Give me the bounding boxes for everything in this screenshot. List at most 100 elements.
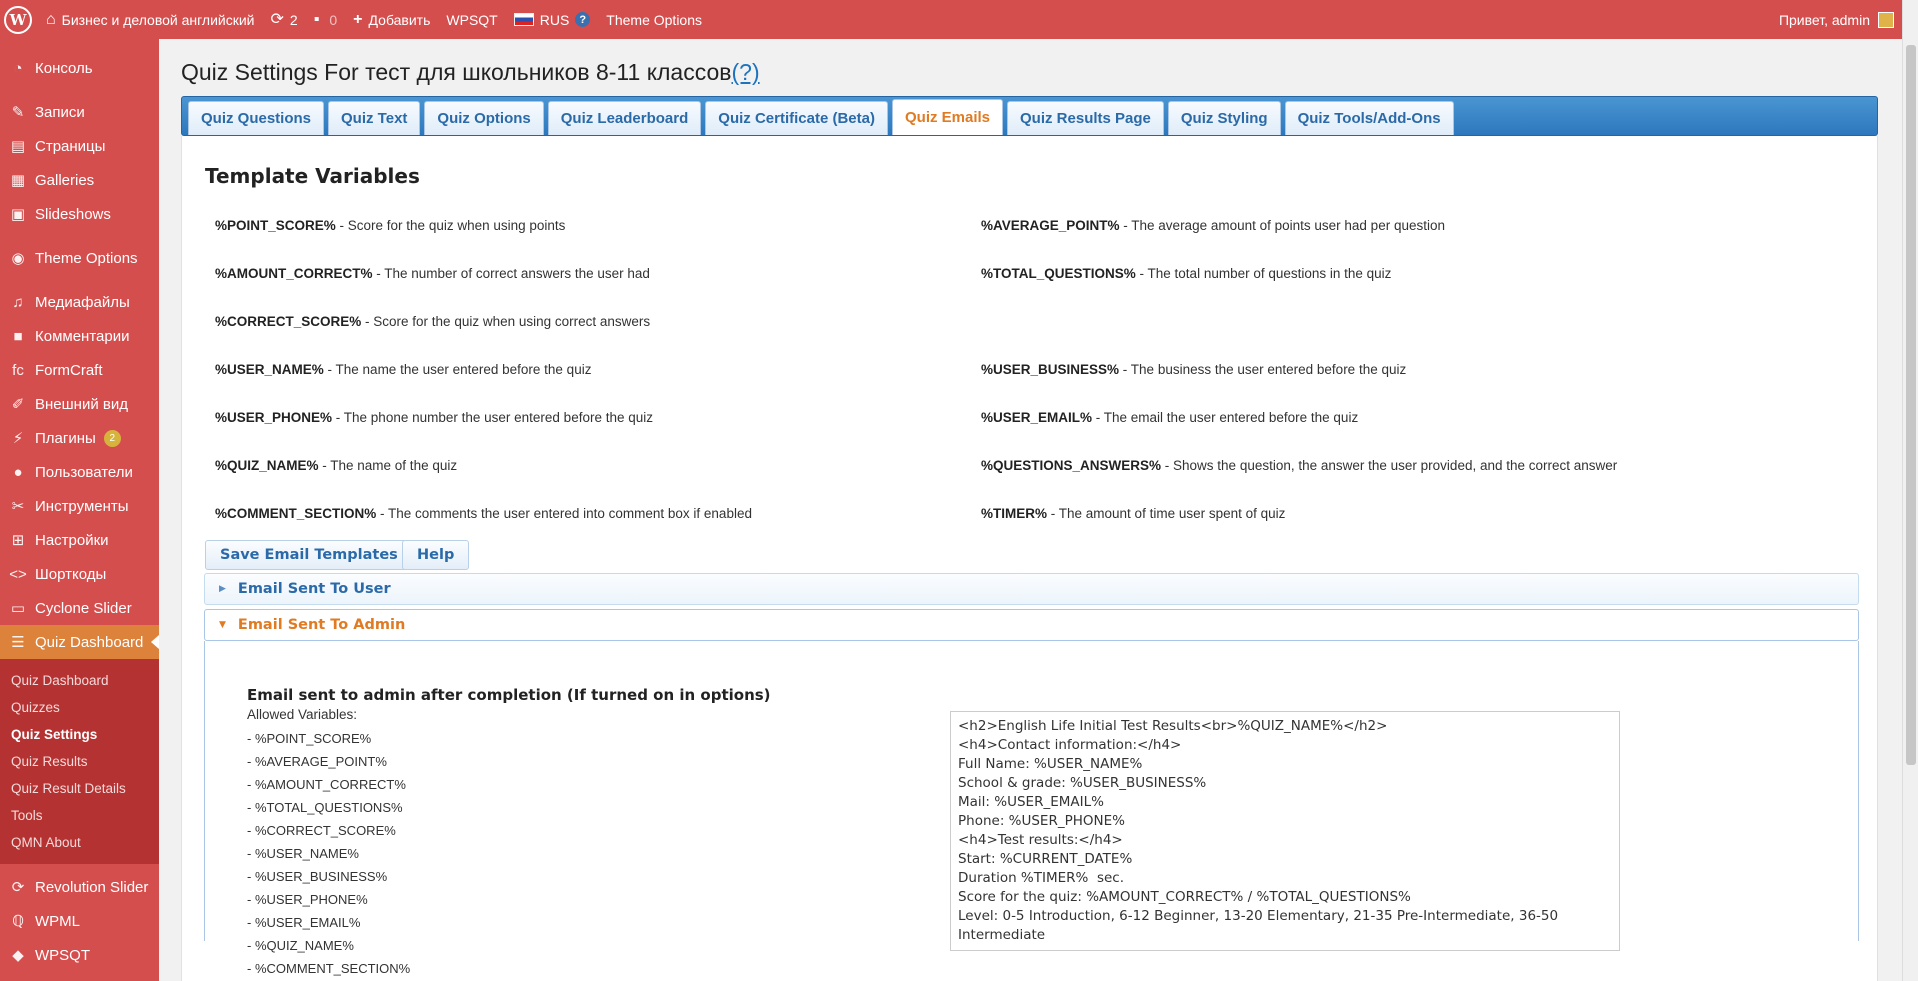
page-title: Quiz Settings For тест для школьников 8-… [181,59,760,86]
accordion-email-to-admin[interactable]: ▼ Email Sent To Admin [204,609,1859,641]
submenu-qmn-about[interactable]: QMN About [0,829,159,856]
sidebar-item-galleries[interactable]: ▦ Galleries [0,163,159,197]
template-var-comment-section: %COMMENT_SECTION% - The comments the use… [215,506,752,521]
sidebar-item-label: WPSQT [35,946,90,964]
sidebar-item-label: Revolution Slider [35,878,149,896]
wpsqt-link[interactable]: WPSQT [438,0,505,39]
add-new-link[interactable]: + Добавить [345,0,438,39]
sidebar-item-theme-options[interactable]: ◉ Theme Options [0,241,159,275]
tab-quiz-results-page[interactable]: Quiz Results Page [1007,101,1164,135]
template-var-point-score: %POINT_SCORE% - Score for the quiz when … [215,218,566,233]
list-item: - %POINT_SCORE% [247,731,372,746]
theme-options-link[interactable]: Theme Options [598,0,710,39]
tab-quiz-styling[interactable]: Quiz Styling [1167,101,1281,135]
sidebar-item-settings[interactable]: ⊞ Настройки [0,523,159,557]
comments-count: 0 [329,11,338,28]
language-label: RUS [539,11,570,28]
admin-email-template-textarea[interactable]: <h2>English Life Initial Test Results<br… [950,711,1620,951]
quiz-submenu: Quiz Dashboard Quizzes Quiz Settings Qui… [0,659,159,864]
save-email-templates-button[interactable]: Save Email Templates [205,540,413,570]
sidebar-item-label: Theme Options [35,249,138,267]
list-item: - %AMOUNT_CORRECT% [247,777,406,792]
user-greeting[interactable]: Привет, admin [1779,12,1870,28]
sidebar-item-comments[interactable]: ■ Комментарии [0,319,159,353]
help-icon[interactable]: ? [575,12,591,27]
comments-link[interactable]: ▪ 0 [306,0,345,39]
slider-icon: ▭ [10,600,26,617]
quiz-icon: ☰ [11,634,25,651]
wpsqt-icon: ◆ [12,947,24,964]
sidebar-item-appearance[interactable]: ✐ Внешний вид [0,387,159,421]
sidebar-item-shortcodes[interactable]: <> Шорткоды [0,557,159,591]
sidebar-item-posts[interactable]: ✎ Записи [0,95,159,129]
comment-bubble-icon: ▪ [313,10,320,28]
updates-link[interactable]: ⟳ 2 [263,0,306,39]
comment-icon: ■ [13,327,23,345]
code-icon: <> [9,565,27,583]
wpml-icon: ℚ [12,913,24,930]
sidebar-item-tools[interactable]: ✂ Инструменты [0,489,159,523]
sidebar-item-formcraft[interactable]: fc FormCraft [0,353,159,387]
sidebar-item-slideshows[interactable]: ▣ Slideshows [0,197,159,231]
template-var-user-phone: %USER_PHONE% - The phone number the user… [215,410,653,425]
sidebar-item-media[interactable]: ♫ Медиафайлы [0,285,159,319]
sidebar-item-wpsqt[interactable]: ◆ WPSQT [0,938,159,972]
help-button[interactable]: Help [402,540,470,570]
template-var-timer: %TIMER% - The amount of time user spent … [981,506,1286,521]
admin-email-title: Email sent to admin after completion (If… [247,686,771,704]
sidebar-item-label: Записи [35,103,85,121]
sidebar-item-plugins[interactable]: ⚡ Плагины 2 [0,421,159,455]
list-item: - %USER_EMAIL% [247,915,361,930]
list-item: - %COMMENT_SECTION% [247,961,411,976]
sidebar-item-label: Внешний вид [35,395,128,413]
language-switcher[interactable]: RUS ? [506,0,599,39]
tab-quiz-leaderboard[interactable]: Quiz Leaderboard [547,101,702,135]
submenu-quiz-results[interactable]: Quiz Results [0,748,159,775]
accordion-email-to-user-label: Email Sent To User [237,581,391,597]
tab-quiz-options[interactable]: Quiz Options [424,101,544,135]
user-icon: ● [13,463,23,481]
page-help-link[interactable]: (?) [732,59,760,85]
allowed-variables-list: - %POINT_SCORE% - %AVERAGE_POINT% - %AMO… [247,727,410,980]
wrench-icon: ✂ [11,498,25,515]
sidebar-item-label: Комментарии [35,327,130,345]
updates-count: 2 [289,11,298,28]
sidebar-item-label: Пользователи [35,463,133,481]
site-name-link[interactable]: ⌂ Бизнес и деловой английский [38,0,263,39]
submenu-tools[interactable]: Tools [0,802,159,829]
scrollbar-thumb[interactable] [1906,45,1916,765]
admin-sidebar: ◔ Консоль ✎ Записи ▤ Страницы ▦ Galleries ▣ S… [0,39,159,981]
slideshow-icon: ▣ [10,206,26,223]
avatar[interactable] [1878,11,1894,28]
sidebar-item-pages[interactable]: ▤ Страницы [0,129,159,163]
template-var-user-email: %USER_EMAIL% - The email the user entere… [981,410,1359,425]
list-item: - %USER_PHONE% [247,892,368,907]
list-item: - %TOTAL_QUESTIONS% [247,800,403,815]
sidebar-item-wpml[interactable]: ℚ WPML [0,904,159,938]
sidebar-item-revolution-slider[interactable]: ⟳ Revolution Slider [0,870,159,904]
accordion-email-to-user[interactable]: ▶ Email Sent To User [204,573,1859,605]
submenu-quiz-result-details[interactable]: Quiz Result Details [0,775,159,802]
wordpress-logo-icon[interactable]: W [4,5,32,34]
tab-quiz-text[interactable]: Quiz Text [328,101,421,135]
main-content: Quiz Settings For тест для школьников 8-… [159,39,1902,981]
sidebar-item-label: Медиафайлы [35,293,130,311]
page-scrollbar[interactable] [1902,0,1918,981]
sidebar-item-users[interactable]: ● Пользователи [0,455,159,489]
tab-quiz-certificate[interactable]: Quiz Certificate (Beta) [705,101,888,135]
submenu-quiz-settings[interactable]: Quiz Settings [0,721,159,748]
tab-quiz-questions[interactable]: Quiz Questions [188,101,325,135]
admin-email-section: Email sent to admin after completion (If… [204,641,1859,976]
sidebar-item-cyclone-slider[interactable]: ▭ Cyclone Slider [0,591,159,625]
tab-quiz-emails[interactable]: Quiz Emails [891,99,1004,135]
theme-options-label: Theme Options [606,11,703,28]
sidebar-item-quiz-dashboard[interactable]: ☰ Quiz Dashboard [0,625,159,659]
sidebar-item-label: Плагины [35,429,96,447]
tab-quiz-tools[interactable]: Quiz Tools/Add-Ons [1284,101,1454,135]
site-name: Бизнес и деловой английский [61,11,255,28]
submenu-quiz-dashboard[interactable]: Quiz Dashboard [0,667,159,694]
submenu-quizzes[interactable]: Quizzes [0,694,159,721]
sidebar-item-console[interactable]: ◔ Консоль [0,51,159,85]
media-icon: ♫ [12,293,24,311]
home-icon: ⌂ [46,10,56,28]
